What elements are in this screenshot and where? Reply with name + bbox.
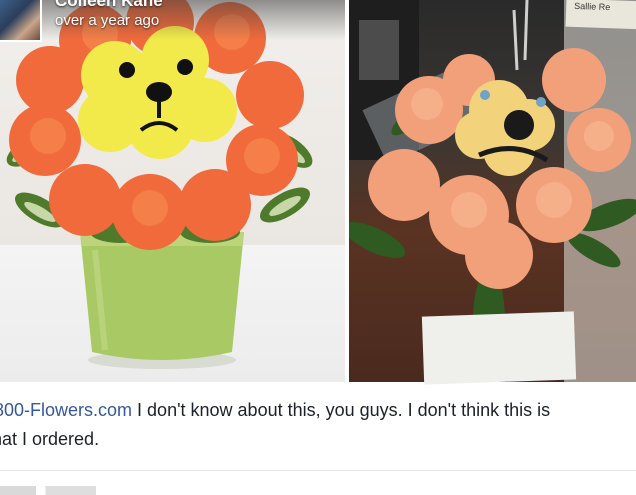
page-mention-link[interactable]: 800-Flowers.com	[0, 400, 132, 420]
author-avatar[interactable]	[0, 0, 42, 42]
divider	[0, 470, 636, 471]
lion-arrangement-graphic	[6, 0, 313, 369]
post-timestamp[interactable]: over a year ago	[55, 12, 159, 29]
sticky-note-text: Sallie Re	[574, 0, 611, 13]
comment-preview-cutoff	[0, 486, 120, 495]
caption-line-1: 800-Flowers.com I don't know about this,…	[0, 396, 550, 425]
advertised-arrangement-photo[interactable]	[0, 0, 345, 382]
caption-text: I don't know about this, you guys. I don…	[132, 400, 551, 420]
gift-card	[421, 311, 577, 385]
post-header	[0, 0, 345, 40]
sticky-note: Sallie Re	[565, 0, 636, 30]
caption-line-2: hat I ordered.	[0, 429, 100, 449]
author-name[interactable]: Colleen Kane	[55, 0, 163, 11]
